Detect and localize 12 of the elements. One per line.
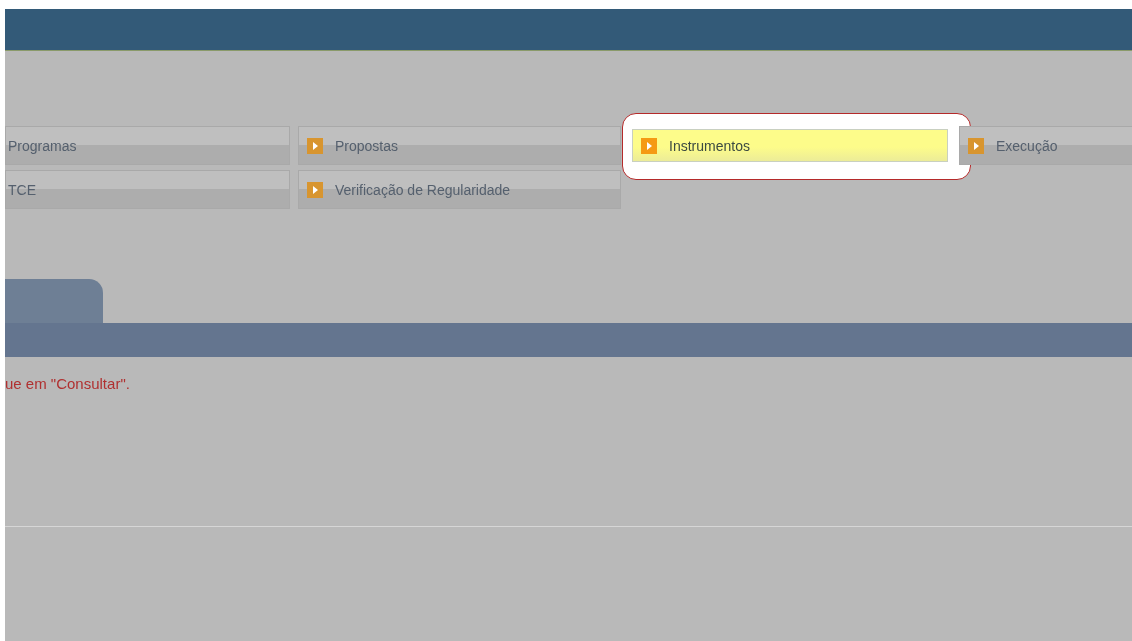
hint-message: ue em "Consultar". xyxy=(5,375,131,392)
menu-item[interactable]: Execução xyxy=(959,126,1132,165)
menu-item[interactable]: Programas xyxy=(5,126,290,165)
menu-item[interactable]: Verificação de Regularidade xyxy=(298,170,621,209)
play-icon xyxy=(307,181,323,198)
menu-item[interactable]: Instrumentos xyxy=(632,129,948,162)
play-icon xyxy=(307,137,323,154)
menu-item[interactable]: TCE xyxy=(5,170,290,209)
play-icon xyxy=(641,137,657,154)
play-icon xyxy=(968,137,984,154)
menu-item[interactable]: Propostas xyxy=(298,126,621,165)
tab[interactable] xyxy=(5,279,103,323)
